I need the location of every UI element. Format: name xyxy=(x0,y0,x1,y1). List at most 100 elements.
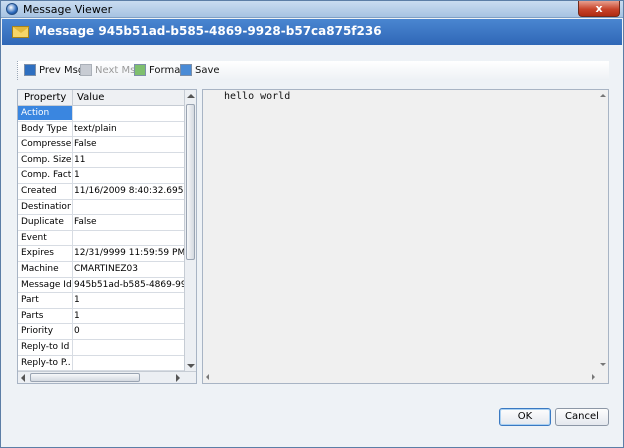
property-name: Compressed xyxy=(21,139,71,150)
property-name: Parts xyxy=(21,310,44,321)
row-divider xyxy=(72,230,73,246)
property-value: 1 xyxy=(74,295,80,306)
property-row[interactable]: Comp. Factor1 xyxy=(18,168,185,184)
row-divider xyxy=(72,355,73,371)
property-name: Event xyxy=(21,232,47,243)
row-divider xyxy=(72,246,73,261)
column-separator[interactable] xyxy=(72,90,73,106)
scroll-down-icon[interactable] xyxy=(600,363,606,366)
message-body-text[interactable]: hello world xyxy=(224,91,290,102)
property-row[interactable]: Reply-to Id xyxy=(18,339,185,356)
property-row[interactable]: Machine CMARTINEZ03 xyxy=(18,261,185,278)
row-divider xyxy=(72,183,73,199)
property-value: 0 xyxy=(74,326,80,337)
column-header-value[interactable]: Value xyxy=(77,92,104,103)
format-icon xyxy=(134,64,146,76)
window-title: Message Viewer xyxy=(23,3,113,16)
property-value: False xyxy=(74,217,97,228)
property-row[interactable]: Event xyxy=(18,230,185,247)
property-value: 11/16/2009 8:40:32.6951 PM xyxy=(74,185,184,196)
property-name: Message Id xyxy=(21,279,71,290)
property-row[interactable]: Body Type text/plain xyxy=(18,121,185,138)
scroll-thumb[interactable] xyxy=(30,373,140,382)
scroll-left-icon[interactable] xyxy=(206,374,209,380)
property-value: 945b51ad-b585-4869-9928-b5... xyxy=(74,279,184,290)
row-divider xyxy=(72,215,73,230)
ok-button[interactable]: OK xyxy=(499,408,551,426)
property-value: 1 xyxy=(74,170,80,181)
property-name: Expires xyxy=(21,248,54,259)
scroll-right-icon[interactable] xyxy=(176,374,180,382)
property-row[interactable]: Priority 0 xyxy=(18,324,185,340)
property-value: False xyxy=(74,139,97,150)
property-rows: ActionBody Typetext/plainCompressedFalse… xyxy=(18,106,185,372)
property-row[interactable]: Message Id945b51ad-b585-4869-9928-b5... xyxy=(18,277,185,294)
property-value: CMARTINEZ03 xyxy=(74,263,138,274)
property-row[interactable]: Reply-to P... xyxy=(18,355,185,372)
message-title: Message 945b51ad-b585-4869-9928-b57ca875… xyxy=(35,24,382,38)
editor-vertical-scrollbar[interactable] xyxy=(598,90,608,370)
row-divider xyxy=(72,308,73,324)
property-name: Created xyxy=(21,185,57,196)
editor-horizontal-scrollbar[interactable] xyxy=(203,371,608,383)
row-divider xyxy=(72,199,73,215)
grid-header: Property Value xyxy=(18,90,185,106)
row-divider xyxy=(72,121,73,137)
row-divider xyxy=(72,168,73,183)
property-value: text/plain xyxy=(74,123,117,134)
row-divider xyxy=(72,106,73,121)
property-row[interactable]: CompressedFalse xyxy=(18,137,185,153)
row-divider xyxy=(72,277,73,293)
save-icon xyxy=(180,64,192,76)
scroll-left-icon[interactable] xyxy=(21,374,25,382)
property-name: Body Type xyxy=(21,123,68,134)
scroll-up-icon[interactable] xyxy=(187,94,195,98)
property-row[interactable]: Comp. Size 11 xyxy=(18,152,185,169)
scroll-right-icon[interactable] xyxy=(592,374,595,380)
property-value: 12/31/9999 11:59:59 PM xyxy=(74,248,184,259)
row-divider xyxy=(72,324,73,339)
scroll-down-icon[interactable] xyxy=(187,364,195,368)
property-row[interactable]: Created 11/16/2009 8:40:32.6951 PM xyxy=(18,183,185,200)
row-divider xyxy=(72,339,73,355)
message-body-editor[interactable]: hello world xyxy=(202,89,609,384)
scroll-thumb[interactable] xyxy=(186,104,195,260)
property-name: Reply-to P... xyxy=(21,357,71,368)
next-icon xyxy=(80,64,92,76)
cancel-button[interactable]: Cancel xyxy=(555,408,609,426)
property-horizontal-scrollbar[interactable] xyxy=(18,371,196,383)
row-divider xyxy=(72,152,73,168)
panel-splitter[interactable] xyxy=(198,89,201,384)
property-vertical-scrollbar[interactable] xyxy=(184,90,196,372)
property-name: Duplicate xyxy=(21,217,64,228)
property-row[interactable]: Action xyxy=(18,106,185,122)
property-name: Priority xyxy=(21,326,54,337)
property-name: Part xyxy=(21,295,39,306)
close-button[interactable]: x xyxy=(578,1,620,17)
toolbar: Prev Msg Next Msg Format Save xyxy=(17,61,609,80)
property-grid[interactable]: Property Value Action Body Type text/plain… xyxy=(17,89,197,384)
property-name: Action xyxy=(18,106,72,120)
property-value: 1 xyxy=(74,310,80,321)
row-divider xyxy=(72,293,73,308)
envelope-icon xyxy=(12,26,29,38)
property-row[interactable]: Part 1 xyxy=(18,293,185,309)
property-name: Machine xyxy=(21,263,59,274)
property-name: Reply-to Id xyxy=(21,341,70,352)
property-row[interactable]: Parts 1 xyxy=(18,308,185,325)
property-name: Comp. Factor xyxy=(21,170,71,181)
row-divider xyxy=(72,137,73,152)
property-name: Destination... xyxy=(21,201,71,212)
property-row[interactable]: Duplicate False xyxy=(18,215,185,231)
message-viewer-window: Message Viewer x Message 945b51ad-b585-4… xyxy=(0,0,624,448)
property-row[interactable]: Destination... xyxy=(18,199,185,216)
column-header-property[interactable]: Property xyxy=(24,92,66,103)
message-header: Message 945b51ad-b585-4869-9928-b57ca875… xyxy=(2,19,622,45)
title-bar[interactable]: Message Viewer x xyxy=(1,1,623,18)
property-name: Comp. Size xyxy=(21,154,71,165)
app-icon xyxy=(6,3,18,15)
row-divider xyxy=(72,261,73,277)
property-value: 11 xyxy=(74,154,86,165)
scroll-up-icon[interactable] xyxy=(600,94,606,97)
property-row[interactable]: Expires 12/31/9999 11:59:59 PM xyxy=(18,246,185,262)
